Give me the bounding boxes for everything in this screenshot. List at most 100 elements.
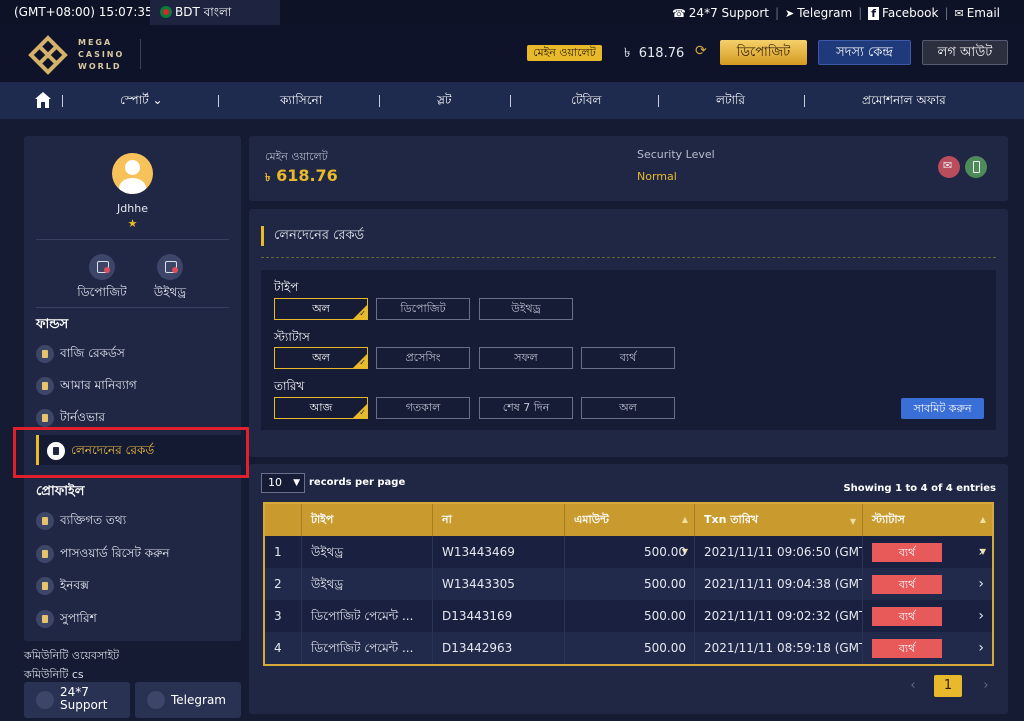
user-icon: [36, 511, 54, 530]
row-status: ব্যর্থ ›: [863, 568, 992, 600]
chevron-right-icon[interactable]: ›: [978, 568, 984, 600]
table-row[interactable]: 4 ডিপোজিট পেমেন্ট ... D13442963 500.00 2021/…: [265, 632, 992, 664]
chevron-down-icon: ⌄: [152, 93, 163, 107]
col-amount[interactable]: এমাউন্ট ▲ ▼: [565, 504, 695, 556]
nav-table[interactable]: টেবিল: [571, 82, 601, 119]
nav-lottery[interactable]: লটারি: [716, 82, 745, 119]
sidebar-item-reset-password[interactable]: পাসওয়ার্ড রিসেট করুন: [36, 538, 241, 568]
prev-page-icon[interactable]: ‹: [899, 675, 927, 697]
language-label: BDT বাংলা: [175, 5, 232, 19]
lock-icon: [36, 544, 54, 563]
support-button[interactable]: 24*7 Support: [24, 682, 130, 718]
logo[interactable]: MEGA CASINO WORLD: [28, 33, 140, 75]
row-id: D13442963: [433, 632, 565, 664]
support-link[interactable]: ☎ 24*7 Support: [672, 6, 769, 20]
avatar: [112, 153, 153, 194]
row-status: ব্যর্থ ›: [863, 600, 992, 632]
sidebar-item-bet-records[interactable]: বাজি রেকর্ডস: [36, 338, 241, 368]
records-table: টাইপ না এমাউন্ট ▲ ▼ Txn তারিখ ▼ স্ট্যাটাস ▲ ▼…: [263, 502, 994, 666]
telegram-link[interactable]: ➤ Telegram: [785, 6, 852, 20]
header-balance: ৳ 618.76: [624, 46, 685, 61]
row-status: ব্যর্থ ›: [863, 536, 992, 568]
date-all-chip[interactable]: অল: [581, 397, 675, 419]
row-id: D13443169: [433, 600, 565, 632]
type-withdraw-chip[interactable]: উইথড্র: [479, 298, 573, 320]
phone-verify-icon[interactable]: [965, 156, 987, 178]
sidebar-item-my-wallet[interactable]: আমার মানিব্যাগ: [36, 370, 241, 400]
wallet-icon: [36, 376, 54, 395]
col-number[interactable]: না: [433, 504, 565, 536]
home-icon[interactable]: [34, 91, 52, 109]
language-selector[interactable]: BDT বাংলা: [150, 0, 280, 25]
chevron-right-icon[interactable]: ›: [978, 632, 984, 664]
row-index: 1: [265, 536, 302, 568]
security-level-value: Normal: [637, 170, 677, 183]
sidebar-item-inbox[interactable]: ইনবক্স: [36, 570, 241, 600]
funds-title: ফান্ডস: [36, 317, 69, 332]
col-index: [265, 504, 302, 536]
type-all-chip[interactable]: অল: [274, 298, 368, 320]
col-txn-date[interactable]: Txn তারিখ ▼: [695, 504, 863, 536]
sort-desc-icon: ▼: [849, 517, 856, 526]
row-date: 2021/11/11 09:02:32 (GMT+0...: [695, 600, 863, 632]
col-type[interactable]: টাইপ: [302, 504, 433, 536]
turnover-icon: [36, 408, 54, 427]
telegram-button[interactable]: Telegram: [135, 682, 241, 718]
row-amount: 500.00: [565, 536, 695, 568]
email-link[interactable]: ✉ Email: [954, 6, 1000, 20]
member-center-button[interactable]: সদস্য কেন্দ্র: [818, 40, 911, 65]
date-label: তারিখ: [274, 379, 305, 393]
status-badge: ব্যর্থ: [872, 543, 942, 562]
page-1-button[interactable]: 1: [934, 675, 962, 697]
type-deposit-chip[interactable]: ডিপোজিট: [376, 298, 470, 320]
status-failed-chip[interactable]: ব্যর্থ: [581, 347, 675, 369]
type-label: টাইপ: [274, 280, 299, 294]
nav-promotions[interactable]: প্রমোশনাল অফার: [862, 82, 946, 119]
col-status[interactable]: স্ট্যাটাস ▲ ▼: [863, 504, 992, 556]
row-date: 2021/11/11 09:06:50 (GMT+0...: [695, 536, 863, 568]
records-per-page-select[interactable]: 10 ▼: [261, 473, 305, 493]
facebook-link[interactable]: f Facebook: [868, 6, 938, 20]
refresh-icon[interactable]: ⟳: [695, 43, 707, 59]
table-row[interactable]: 3 ডিপোজিট পেমেন্ট ... D13443169 500.00 2021/…: [265, 600, 992, 632]
wallet-panel: মেইন ওয়ালেট ৳ 618.76 Security Level Nor…: [249, 136, 1008, 201]
table-row[interactable]: 2 উইথড্র W13443305 500.00 2021/11/11 09:04:3…: [265, 568, 992, 600]
row-type: উইথড্র: [302, 536, 433, 568]
inbox-icon: [36, 576, 54, 595]
email-verify-icon[interactable]: ✉: [938, 156, 960, 178]
status-all-chip[interactable]: অল: [274, 347, 368, 369]
row-status: ব্যর্থ ›: [863, 632, 992, 664]
nav-casino[interactable]: ক্যাসিনো: [280, 82, 322, 119]
main-nav: স্পোর্ট ⌄ ক্যাসিনো স্লট টেবিল লটারি প্রম…: [0, 82, 1024, 119]
chevron-right-icon[interactable]: ›: [978, 600, 984, 632]
page-title: লেনদেনের রেকর্ড: [261, 226, 364, 246]
date-yesterday-chip[interactable]: গতকাল: [376, 397, 470, 419]
submit-button[interactable]: সাবমিট করুন: [901, 398, 984, 419]
table-row[interactable]: 1 উইথড্র W13443469 500.00 2021/11/11 09:06:5…: [265, 536, 992, 568]
quick-deposit-button[interactable]: ডিপোজিট: [67, 254, 137, 304]
status-success-chip[interactable]: সফল: [479, 347, 573, 369]
nav-slot[interactable]: স্লট: [437, 82, 451, 119]
row-date: 2021/11/11 09:04:38 (GMT+0...: [695, 568, 863, 600]
deposit-button[interactable]: ডিপোজিট: [720, 40, 807, 65]
sidebar-item-referral[interactable]: সুপারিশ: [36, 603, 241, 633]
row-type: উইথড্র: [302, 568, 433, 600]
records-per-page-label: records per page: [309, 477, 406, 488]
sidebar-item-personal-info[interactable]: ব্যক্তিগত তথ্য: [36, 505, 241, 535]
bangladesh-flag-icon: [160, 6, 172, 18]
withdraw-icon: [157, 254, 183, 280]
date-today-chip[interactable]: আজ: [274, 397, 368, 419]
status-processing-chip[interactable]: প্রসেসিং: [376, 347, 470, 369]
date-last7-chip[interactable]: শেষ 7 দিন: [479, 397, 573, 419]
logout-button[interactable]: লগ আউট: [922, 40, 1008, 65]
profile-title: প্রোফাইল: [36, 484, 85, 499]
nav-sports[interactable]: স্পোর্ট ⌄: [120, 82, 163, 119]
main-wallet-title: মেইন ওয়ালেট: [265, 150, 328, 163]
sidebar: Jdhhe ★ ডিপোজিট উইথড্র ফান্ডস বাজি রেকর্…: [24, 136, 241, 641]
status-label: স্ট্যাটাস: [274, 330, 310, 344]
row-date: 2021/11/11 08:59:18 (GMT+0...: [695, 632, 863, 664]
chevron-right-icon[interactable]: ›: [978, 536, 984, 568]
main-wallet-amount: ৳ 618.76: [265, 166, 338, 185]
next-page-icon[interactable]: ›: [972, 675, 1000, 697]
quick-withdraw-button[interactable]: উইথড্র: [135, 254, 205, 304]
